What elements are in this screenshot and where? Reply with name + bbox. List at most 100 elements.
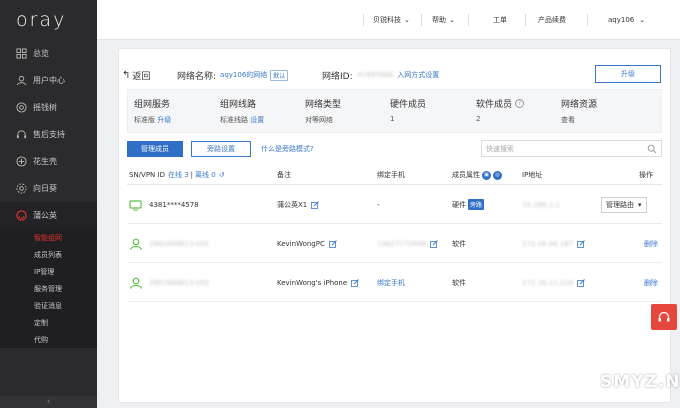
upgrade-button[interactable]: 升级 (595, 65, 661, 83)
network-name: 网络名称: aqy106的网络 默认 (177, 69, 289, 82)
stat-line: 组网线路 标准线路 设置 (220, 97, 264, 125)
attr-text: 硬件 (452, 200, 466, 209)
stat-label: 组网线路 (220, 100, 257, 110)
what-is-bypass-link[interactable]: 什么是旁路模式? (261, 141, 314, 157)
subnav-item-purchase[interactable]: 代购 (0, 331, 97, 348)
caret-down-icon: ▾ (638, 200, 642, 209)
customer-support-button[interactable] (651, 304, 677, 330)
note-cell: KevinWong's iPhone (277, 263, 360, 302)
sidebar-item-dandelion[interactable]: 蒲公英 (0, 202, 97, 229)
watermark-text: SMYZ.NET (600, 372, 680, 392)
ticket-link[interactable]: 工单 (493, 0, 507, 40)
sidebar-item-support[interactable]: 售后支持 (0, 121, 97, 148)
subnav-item-member-list[interactable]: 成员列表 (0, 246, 97, 263)
refresh-icon[interactable]: ↺ (219, 171, 225, 179)
company-menu-label: 贝锐科技 (373, 16, 401, 24)
join-method-link[interactable]: 入网方式设置 (397, 70, 439, 80)
user-menu[interactable]: aqy106 ⌄ (608, 0, 645, 40)
sidebar-item-label: 花生壳 (33, 157, 57, 166)
help-menu[interactable]: 帮助 ⌄ (432, 0, 455, 40)
delete-link[interactable]: 删除 (644, 224, 658, 263)
sidebar-item-label: 向日葵 (33, 184, 57, 193)
edit-icon[interactable] (577, 239, 586, 248)
manage-members-button[interactable]: 管理成员 (127, 141, 183, 157)
topbar-divider (525, 14, 526, 26)
bind-phone-link[interactable]: 绑定手机 (377, 263, 405, 302)
company-menu[interactable]: 贝锐科技 ⌄ (373, 0, 410, 40)
sidebar-item-label: 总览 (33, 49, 49, 58)
stat-value: 对等网络 (305, 116, 333, 124)
stat-hardware: 硬件成员 1 (390, 97, 426, 123)
sidebar-item-user-center[interactable]: 用户中心 (0, 67, 97, 94)
subnav-item-service-management[interactable]: 服务管理 (0, 280, 97, 297)
oray-logo[interactable]: oray (0, 0, 97, 40)
stat-label: 硬件成员 (390, 100, 427, 110)
attr-cell: 软件 (452, 278, 466, 287)
sidebar-item-money-tree[interactable]: 摇钱树 (0, 94, 97, 121)
edit-icon[interactable] (577, 278, 586, 287)
chevron-left-icon: ‹ (46, 397, 51, 407)
online-filter[interactable]: 在线 3 (168, 170, 189, 180)
dandelion-subnav: 智能组网 成员列表 IP管理 服务管理 验证消息 定制 代购 (0, 229, 97, 348)
headset-icon (16, 129, 27, 140)
sidebar-item-sunflower[interactable]: 向日葵 (0, 175, 97, 202)
sidebar-item-label: 蒲公英 (33, 211, 57, 220)
network-id: 网络ID: 41665666 入网方式设置 (322, 69, 439, 82)
manage-router-dropdown[interactable]: 管理路由 ▾ (601, 196, 647, 213)
network-stats: 组网服务 标准版 升级 组网线路 标准线路 设置 网络类型 对等网络 硬件成员 … (127, 89, 662, 133)
th-phone: 绑定手机 (377, 171, 405, 179)
bypass-settings-button[interactable]: 旁路设置 (191, 141, 251, 157)
sidebar-item-overview[interactable]: 总览 (0, 40, 97, 67)
stat-value: 标准线路 (220, 116, 248, 124)
network-detail-panel: ↰ 返回 网络名称: aqy106的网络 默认 网络ID: 41665666 入… (118, 48, 671, 403)
topbar-divider (363, 14, 364, 26)
subnav-item-smart-network[interactable]: 智能组网 (0, 229, 97, 246)
sidebar: oray 总览 用户中心 摇钱树 售后支持 花生壳 向日葵 蒲公英 智能组网 成… (0, 0, 97, 408)
hardware-filter-icon[interactable]: ▣ (482, 170, 491, 180)
network-id-label: 网络ID: (322, 71, 353, 82)
dandelion-icon (16, 210, 27, 221)
edit-icon[interactable] (351, 278, 360, 287)
op-cell: 管理路由 ▾ (601, 185, 647, 224)
ip-text: 172.16.11.218 (522, 278, 574, 287)
subnav-item-ip-management[interactable]: IP管理 (0, 263, 97, 280)
topbar-divider (587, 14, 588, 26)
ip-cell: 172.16.66.187 (522, 224, 586, 263)
device-cell: 4381****4578 (129, 185, 199, 224)
view-resource-link[interactable]: 查看 (561, 115, 597, 125)
th-attr: 成员属性 ▣ ◎ (452, 165, 502, 185)
search-input[interactable]: 快速搜索 (481, 140, 662, 157)
headset-icon (658, 311, 670, 322)
upgrade-service-link[interactable]: 升级 (157, 116, 171, 124)
default-badge: 默认 (270, 69, 289, 81)
th-op: 操作 (639, 171, 653, 179)
stat-label: 网络资源 (561, 100, 598, 110)
user-icon (16, 75, 27, 86)
offline-filter[interactable]: 离线 0 (195, 170, 216, 180)
device-id: 2881668613:002 (149, 278, 210, 287)
edit-icon[interactable] (430, 239, 438, 248)
ip-text: 172.16.66.187 (522, 239, 574, 248)
edit-icon[interactable] (328, 239, 337, 248)
subnav-item-custom[interactable]: 定制 (0, 314, 97, 331)
renew-link[interactable]: 产品续费 (538, 0, 566, 40)
back-button[interactable]: ↰ 返回 (122, 69, 151, 82)
edit-icon[interactable] (311, 200, 320, 209)
line-settings-link[interactable]: 设置 (250, 116, 264, 124)
sidebar-collapse-button[interactable]: ‹ (0, 396, 97, 408)
back-label: 返回 (132, 71, 151, 82)
chevron-down-icon: ⌄ (449, 16, 455, 24)
network-name-value[interactable]: aqy106的网络 (220, 70, 267, 80)
back-arrow-icon: ↰ (122, 69, 131, 81)
help-icon[interactable]: ? (515, 99, 525, 108)
sidebar-nav: 总览 用户中心 摇钱树 售后支持 花生壳 向日葵 蒲公英 (0, 40, 97, 229)
software-filter-icon[interactable]: ◎ (493, 170, 502, 180)
th-note: 备注 (277, 171, 291, 179)
subnav-item-verify-messages[interactable]: 验证消息 (0, 297, 97, 314)
table-row: 2881668613:001 KevinWongPC 13627172648 软… (127, 224, 662, 263)
th-ip: IP地址 (522, 171, 543, 179)
sidebar-item-peanut-shell[interactable]: 花生壳 (0, 148, 97, 175)
delete-link[interactable]: 删除 (644, 263, 658, 302)
sunflower-icon (16, 183, 27, 194)
topbar-divider (468, 14, 469, 26)
